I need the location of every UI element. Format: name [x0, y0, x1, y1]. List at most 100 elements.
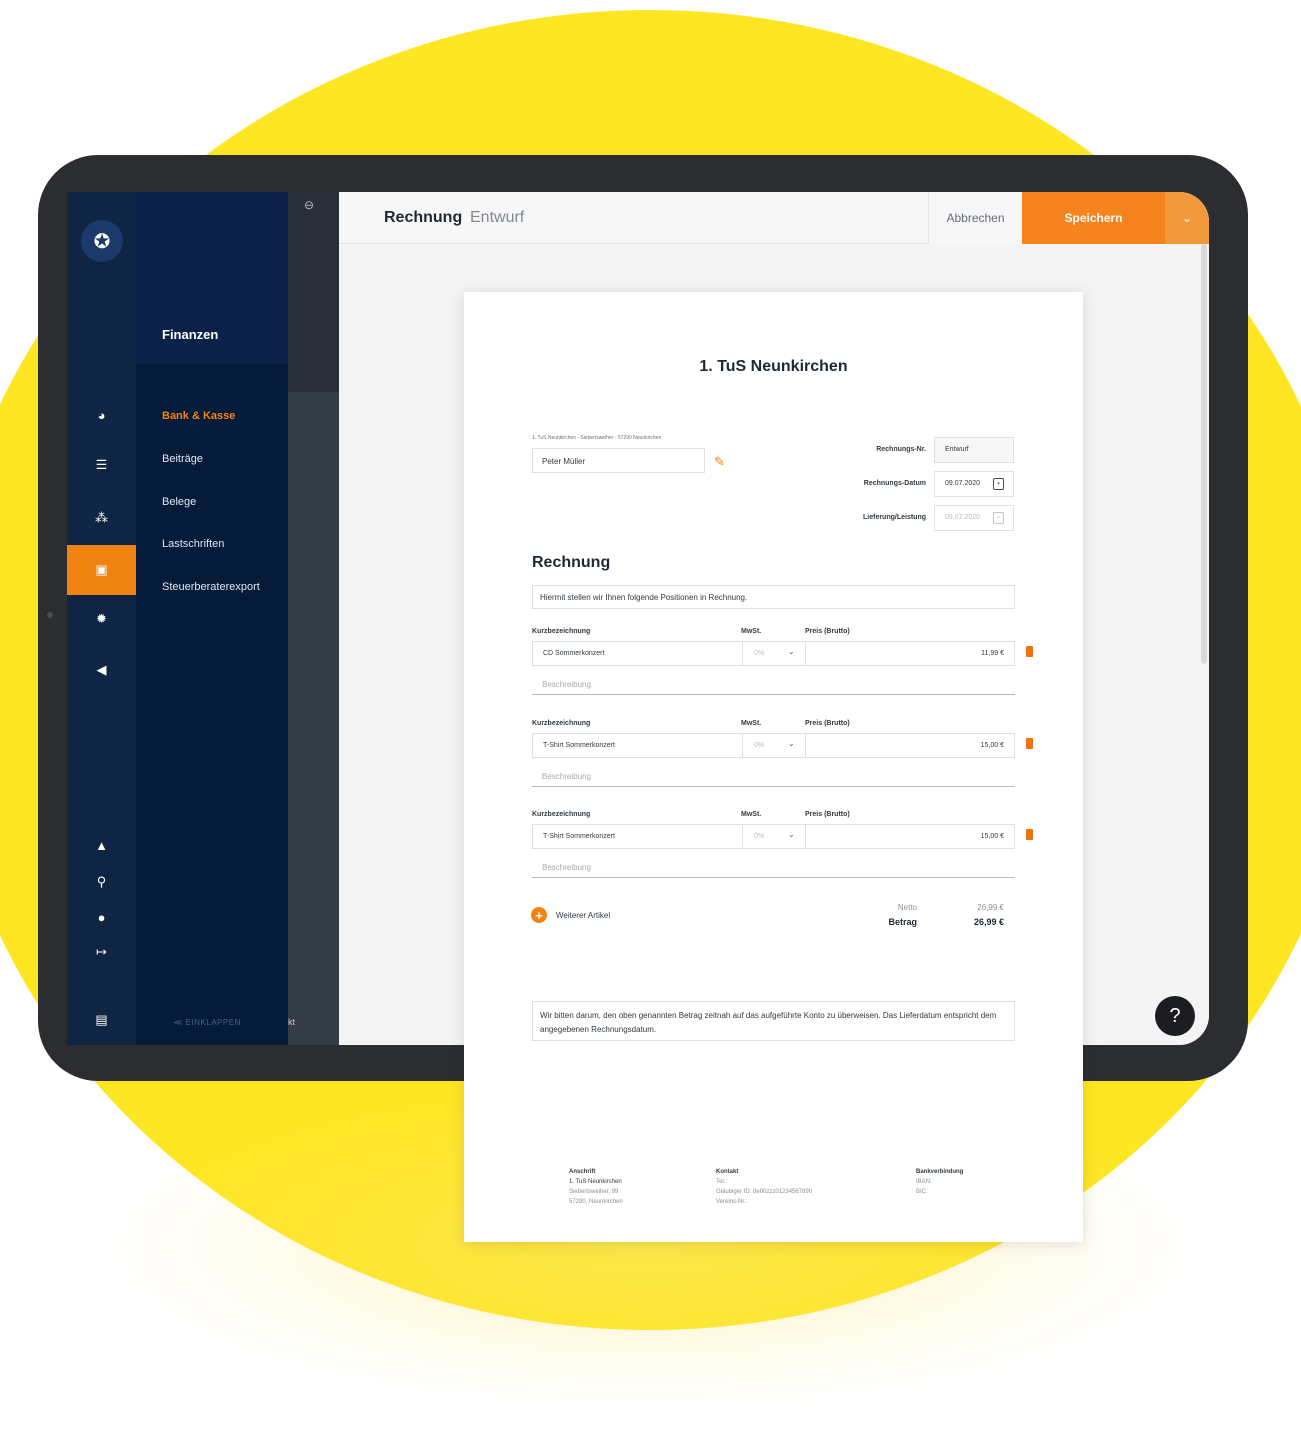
calendar-icon[interactable]: ▪: [993, 512, 1004, 524]
finance-nav-panel: Finanzen Bank & Kasse Beiträge Belege La…: [136, 192, 288, 1045]
item-description-field[interactable]: Beschreibung: [532, 767, 1015, 787]
nav-item-bank-kasse[interactable]: Bank & Kasse: [162, 410, 235, 422]
column-label-tax: MwSt.: [741, 811, 762, 818]
delivery-date-label: Lieferung/Leistung: [863, 514, 926, 521]
tablet-camera: [47, 612, 53, 618]
info-icon[interactable]: ●: [67, 904, 136, 930]
megaphone-icon[interactable]: ◀: [67, 657, 136, 683]
invoice-document: 1. TuS Neunkirchen 1. TuS Neunkirchen - …: [464, 292, 1083, 1242]
invoice-heading: Rechnung: [532, 554, 611, 571]
search-icon[interactable]: ⚲: [67, 869, 136, 895]
tax-select[interactable]: 0% ⌄: [742, 734, 806, 757]
top-bar: Rechnung Entwurf Abbrechen Speichern ⌄: [339, 192, 1209, 244]
intro-text-field[interactable]: Hiermit stellen wir Ihnen folgende Posit…: [532, 585, 1015, 609]
nav-item-lastschriften[interactable]: Lastschriften: [162, 538, 224, 550]
line-item-row: T-Shirt Sommerkonzert 0% ⌄ 15,00 €: [532, 824, 1015, 849]
list-icon[interactable]: ☰: [67, 452, 136, 478]
amount-value: 26,99 €: [973, 917, 1004, 927]
strip-text: kt: [288, 1017, 296, 1027]
footer-address-line: 57290, Neunkirchen: [569, 1199, 623, 1205]
tax-select[interactable]: 0% ⌄: [742, 825, 806, 848]
amount-label: Betrag: [888, 917, 917, 927]
chevron-down-icon: ⌄: [788, 647, 795, 656]
footer-bank-title: Bankverbindung: [916, 1169, 964, 1175]
footer-contact-title: Kontakt: [716, 1169, 739, 1175]
icon-rail: ✪ ◕ ☰ ⁂ ▣ ✹ ◀ ▲ ⚲ ● ↦ ▤: [67, 192, 136, 1045]
club-name: 1. TuS Neunkirchen: [699, 358, 848, 375]
scrollbar[interactable]: [1201, 244, 1207, 664]
footer-bank: Bankverbindung IBAN: BIC:: [916, 1167, 963, 1197]
invoice-number-field: Entwurf: [934, 437, 1014, 463]
settings-icon[interactable]: ✹: [67, 606, 136, 632]
tax-select[interactable]: 0% ⌄: [742, 642, 806, 665]
page-status: Entwurf: [470, 209, 525, 226]
invoice-date-label: Rechnungs-Datum: [863, 480, 926, 487]
cancel-button[interactable]: Abbrechen: [928, 192, 1022, 244]
net-value: 26,99 €: [977, 903, 1004, 912]
plus-circle-icon: +: [531, 907, 547, 923]
dashboard-icon[interactable]: ◕: [67, 402, 136, 428]
nav-section-header: Finanzen: [136, 192, 288, 364]
nav-item-belege[interactable]: Belege: [162, 496, 196, 508]
item-description-field[interactable]: Beschreibung: [532, 675, 1015, 695]
trash-icon[interactable]: [1026, 738, 1033, 749]
expand-icon[interactable]: ⊖: [304, 198, 314, 212]
tax-value: 0%: [754, 650, 765, 657]
item-description-field[interactable]: Beschreibung: [532, 858, 1015, 878]
footer-contact-line: Tel.:: [716, 1179, 728, 1185]
invoice-date-value: 09.07.2020: [945, 480, 981, 487]
line-item: Kurzbezeichnung MwSt. Preis (Brutto) T-S…: [532, 720, 1042, 800]
footer-contact-line: Gläubiger ID: de00zzz01234567890: [716, 1189, 813, 1195]
footer-contact-line: Vereins-Nr.:: [716, 1199, 748, 1205]
item-name-field[interactable]: T-Shirt Sommerkonzert: [543, 833, 615, 840]
calendar-icon[interactable]: ▪: [993, 478, 1004, 490]
net-label: Netto: [897, 903, 917, 912]
delivery-date-field[interactable]: 09.07.2020 ▪: [934, 505, 1014, 531]
bank-icon[interactable]: ▣: [67, 545, 136, 595]
column-label-tax: MwSt.: [741, 628, 762, 635]
line-item-row: CD Sommerkonzert 0% ⌄ 11,99 €: [532, 641, 1015, 666]
invoice-date-field[interactable]: 09.07.2020 ▪: [934, 471, 1014, 497]
item-price-field[interactable]: 15,00 €: [981, 742, 1004, 749]
footer-address-line: Siebertsweiher, 99: [569, 1189, 619, 1195]
collapse-sidebar-button[interactable]: ≪ EINKLAPPEN: [174, 1018, 241, 1027]
page-title: Rechnung: [384, 209, 463, 226]
footer-address: Anschrift 1. TuS Neunkirchen Siebertswei…: [569, 1167, 623, 1207]
column-label-tax: MwSt.: [741, 720, 762, 727]
item-name-field[interactable]: T-Shirt Sommerkonzert: [543, 742, 615, 749]
logo-icon[interactable]: ✪: [81, 220, 123, 262]
edit-pencil-icon[interactable]: ✎: [714, 454, 725, 470]
item-price-field[interactable]: 11,99 €: [981, 650, 1004, 657]
line-item: Kurzbezeichnung MwSt. Preis (Brutto) T-S…: [532, 811, 1042, 891]
footer-address-line: 1. TuS Neunkirchen: [569, 1179, 622, 1185]
sitemap-icon[interactable]: ⁂: [67, 505, 136, 531]
add-item-button[interactable]: + Weiterer Artikel: [531, 907, 610, 923]
item-price-field[interactable]: 15,00 €: [981, 833, 1004, 840]
footer-bank-line: BIC:: [916, 1189, 928, 1195]
chat-icon[interactable]: ▤: [67, 1007, 136, 1033]
chevron-down-icon: ⌄: [788, 830, 795, 839]
column-label-name: Kurzbezeichnung: [532, 720, 591, 727]
column-label-price: Preis (Brutto): [805, 720, 850, 727]
trash-icon[interactable]: [1026, 829, 1033, 840]
invoice-number-label: Rechnungs-Nr.: [876, 446, 926, 453]
closing-note-field[interactable]: Wir bitten darum, den oben genannten Bet…: [532, 1001, 1015, 1041]
help-button[interactable]: ?: [1155, 996, 1195, 1036]
column-label-name: Kurzbezeichnung: [532, 811, 591, 818]
nav-section-title: Finanzen: [162, 327, 219, 342]
save-options-icon[interactable]: ⌄: [1165, 192, 1209, 244]
footer-bank-line: IBAN:: [916, 1179, 932, 1185]
footer-contact: Kontakt Tel.: Gläubiger ID: de00zzz01234…: [716, 1167, 812, 1207]
trash-icon[interactable]: [1026, 646, 1033, 657]
item-name-field[interactable]: CD Sommerkonzert: [543, 650, 604, 657]
recipient-field[interactable]: Peter Müller: [532, 448, 705, 473]
nav-item-steuerberaterexport[interactable]: Steuerberaterexport: [162, 581, 260, 593]
column-label-price: Preis (Brutto): [805, 628, 850, 635]
bell-icon[interactable]: ▲: [67, 832, 136, 858]
secondary-strip-header: [288, 192, 339, 392]
logout-icon[interactable]: ↦: [67, 939, 136, 965]
nav-item-beitraege[interactable]: Beiträge: [162, 453, 203, 465]
save-button[interactable]: Speichern: [1022, 192, 1165, 244]
add-item-label: Weiterer Artikel: [556, 910, 611, 920]
invoice-number-value: Entwurf: [945, 446, 969, 453]
